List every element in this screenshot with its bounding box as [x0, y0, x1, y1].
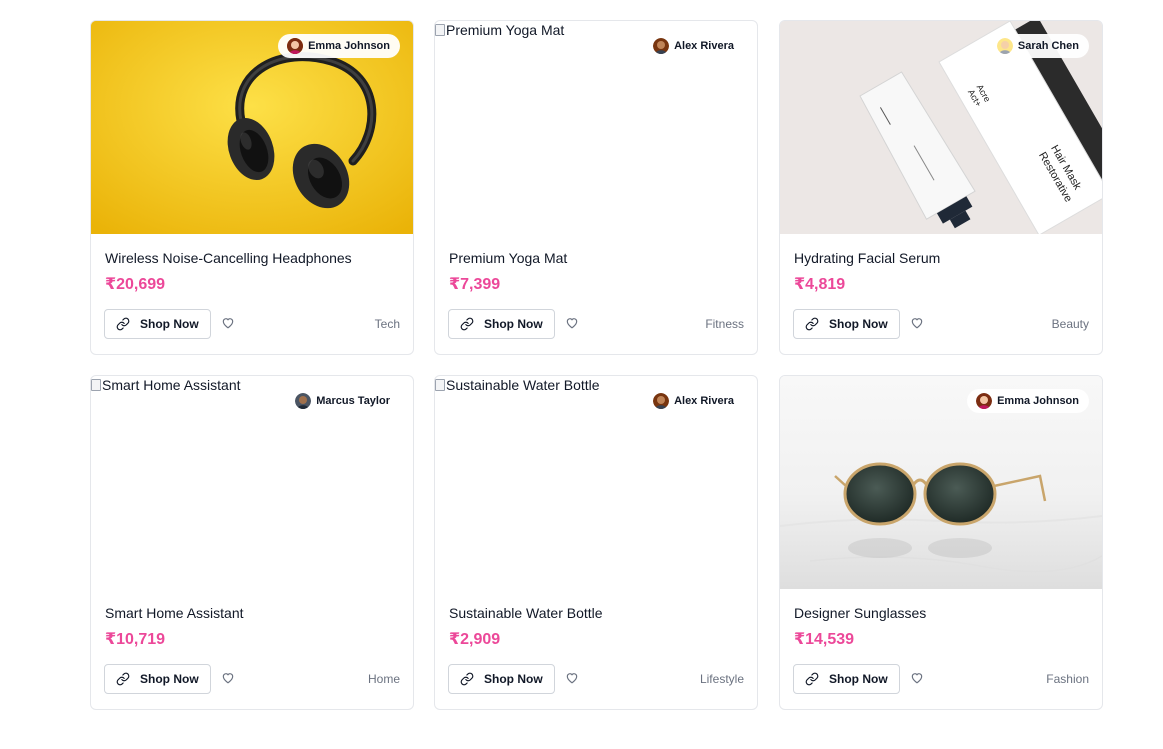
product-card: Smart Home Assistant Marcus Taylor Smart…	[90, 375, 414, 710]
product-title: Designer Sunglasses	[794, 605, 927, 621]
product-category: Beauty	[1051, 317, 1089, 331]
shop-now-button[interactable]: Shop Now	[793, 309, 900, 339]
image-alt-text: Sustainable Water Bottle	[435, 376, 600, 394]
author-name: Alex Rivera	[674, 395, 734, 407]
product-title: Sustainable Water Bottle	[449, 605, 603, 621]
product-card: Act+ Acre Restorative Hair Mask Sarah Ch…	[779, 20, 1103, 355]
shop-now-button[interactable]: Shop Now	[104, 664, 211, 694]
product-card: Sustainable Water Bottle Alex Rivera Sus…	[434, 375, 758, 710]
author-badge[interactable]: Sarah Chen	[987, 34, 1089, 58]
author-badge[interactable]: Emma Johnson	[967, 389, 1089, 413]
product-category: Fashion	[1046, 672, 1089, 686]
link-icon	[805, 672, 819, 686]
author-name: Marcus Taylor	[316, 395, 390, 407]
broken-image-icon	[91, 379, 101, 391]
avatar	[653, 393, 670, 409]
avatar	[976, 393, 993, 409]
product-title: Hydrating Facial Serum	[794, 250, 941, 266]
product-category: Fitness	[705, 317, 744, 331]
like-button[interactable]	[563, 316, 581, 332]
heart-icon	[222, 318, 234, 329]
product-card: Premium Yoga Mat Alex Rivera Premium Yog…	[434, 20, 758, 355]
link-icon	[805, 317, 819, 331]
author-badge[interactable]: Marcus Taylor	[286, 389, 400, 413]
link-icon	[460, 317, 474, 331]
author-badge[interactable]: Alex Rivera	[644, 389, 744, 413]
link-icon	[116, 672, 130, 686]
author-badge[interactable]: Alex Rivera	[644, 34, 744, 58]
product-price: ₹20,699	[105, 276, 166, 293]
author-name: Alex Rivera	[674, 40, 734, 52]
product-title: Premium Yoga Mat	[449, 250, 568, 266]
heart-icon	[222, 673, 234, 684]
like-button[interactable]	[219, 671, 237, 687]
image-alt-text: Premium Yoga Mat	[435, 21, 564, 39]
product-category: Tech	[374, 317, 400, 331]
product-card: Emma Johnson Wireless Noise-Cancelling H…	[90, 20, 414, 355]
link-icon	[460, 672, 474, 686]
heart-icon	[911, 673, 923, 684]
product-image[interactable]: Act+ Acre Restorative Hair Mask Sarah Ch…	[780, 21, 1102, 234]
product-category: Lifestyle	[699, 672, 744, 686]
product-price: ₹14,539	[794, 631, 855, 648]
product-price: ₹4,819	[794, 276, 846, 293]
shop-now-label: Shop Now	[484, 317, 543, 331]
avatar	[653, 38, 670, 54]
product-title: Smart Home Assistant	[105, 605, 244, 621]
product-price: ₹7,399	[449, 276, 501, 293]
shop-now-button[interactable]: Shop Now	[448, 664, 555, 694]
author-badge[interactable]: Emma Johnson	[278, 34, 400, 58]
avatar	[996, 38, 1013, 54]
product-image[interactable]: Smart Home Assistant Marcus Taylor	[91, 376, 413, 589]
link-icon	[116, 317, 130, 331]
broken-image-icon	[435, 24, 445, 36]
like-button[interactable]	[908, 671, 926, 687]
shop-now-button[interactable]: Shop Now	[793, 664, 900, 694]
shop-now-label: Shop Now	[829, 317, 888, 331]
like-button[interactable]	[219, 316, 237, 332]
product-image[interactable]: Premium Yoga Mat Alex Rivera	[435, 21, 757, 234]
heart-icon	[566, 673, 578, 684]
product-card: Emma Johnson Designer Sunglasses ₹14,539…	[779, 375, 1103, 710]
avatar	[295, 393, 312, 409]
shop-now-label: Shop Now	[140, 672, 199, 686]
shop-now-label: Shop Now	[484, 672, 543, 686]
avatar	[287, 38, 304, 54]
heart-icon	[566, 318, 578, 329]
like-button[interactable]	[908, 316, 926, 332]
product-category: Home	[367, 672, 400, 686]
product-price: ₹2,909	[449, 631, 501, 648]
shop-now-button[interactable]: Shop Now	[448, 309, 555, 339]
broken-image-icon	[435, 379, 445, 391]
like-button[interactable]	[563, 671, 581, 687]
heart-icon	[911, 318, 923, 329]
author-name: Sarah Chen	[1017, 40, 1079, 52]
author-name: Emma Johnson	[308, 40, 390, 52]
product-image[interactable]: Emma Johnson	[780, 376, 1102, 589]
shop-now-label: Shop Now	[140, 317, 199, 331]
product-title: Wireless Noise-Cancelling Headphones	[105, 250, 352, 266]
image-alt-text: Smart Home Assistant	[91, 376, 241, 394]
product-image[interactable]: Emma Johnson	[91, 21, 413, 234]
shop-now-label: Shop Now	[829, 672, 888, 686]
author-name: Emma Johnson	[997, 395, 1079, 407]
shop-now-button[interactable]: Shop Now	[104, 309, 211, 339]
product-price: ₹10,719	[105, 631, 166, 648]
product-image[interactable]: Sustainable Water Bottle Alex Rivera	[435, 376, 757, 589]
